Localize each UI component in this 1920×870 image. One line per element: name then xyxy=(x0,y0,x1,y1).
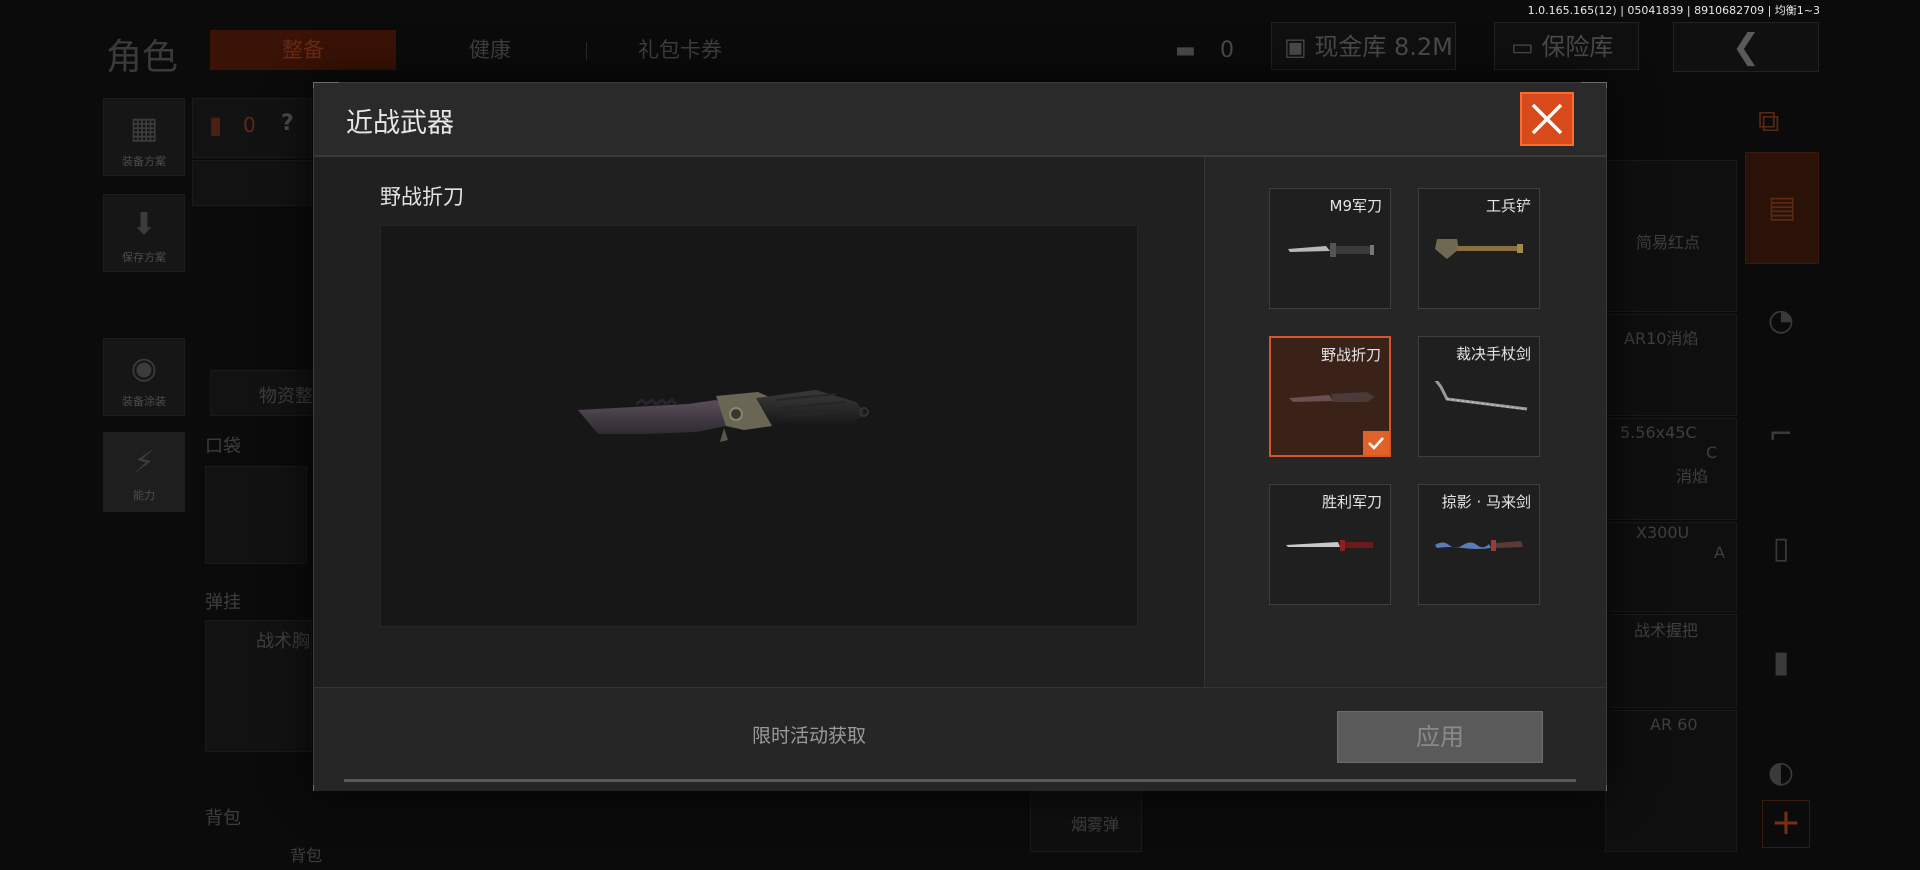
helmet-icon: ◉ xyxy=(130,351,158,386)
pocket-slot[interactable] xyxy=(205,466,307,564)
tab-gift-cards[interactable]: 礼包卡券 xyxy=(610,30,750,70)
attachment-name: 消焰 xyxy=(1676,467,1709,486)
attachment-name: 5.56x45C xyxy=(1620,423,1697,442)
attachment-name: X300U xyxy=(1636,523,1690,542)
folding-knife-icon xyxy=(1289,392,1375,402)
vest-label: 战术胸 xyxy=(256,631,310,652)
attachment-slot-3[interactable]: 5.56x45C C 消焰 xyxy=(1605,418,1737,520)
weapon-card-m9-bayonet[interactable]: M9军刀 xyxy=(1269,188,1391,309)
equipment-swap-icon[interactable]: ⧉ xyxy=(1758,104,1779,139)
smoke-grenade-slot[interactable]: 烟雾弹 xyxy=(1030,790,1142,852)
ability-label: 能力 xyxy=(133,489,155,502)
obtain-method-text: 限时活动获取 xyxy=(752,725,867,747)
close-icon xyxy=(1531,103,1563,135)
lightning-icon: ⚡ xyxy=(133,445,155,480)
shovel-icon xyxy=(1435,239,1523,259)
ability-button[interactable]: ⚡ 能力 xyxy=(103,432,185,512)
weapon-card-label: 裁决手杖剑 xyxy=(1455,345,1531,363)
melee-weapon-dialog: 近战武器 野战折刀 M9军刀 工兵铲 野战折刀 裁决手杖剑 胜利军刀 掠影 · … xyxy=(313,82,1607,791)
smoke-label: 烟雾弹 xyxy=(1071,815,1120,834)
loadout-plan-button[interactable]: ▦ 装备方案 xyxy=(103,98,185,176)
help-icon: ? xyxy=(281,111,294,136)
weapon-card-label: M9军刀 xyxy=(1329,197,1383,215)
category-ammo-button[interactable]: ▮ xyxy=(1745,608,1817,718)
bayonet-icon xyxy=(1288,243,1374,257)
dialog-header: 近战武器 xyxy=(314,83,1606,157)
weapon-card-label: 掠影 · 马来剑 xyxy=(1441,493,1531,511)
weapon-card-field-folding-knife[interactable]: 野战折刀 xyxy=(1269,336,1391,457)
armor-slot: ▮ 0 ? xyxy=(192,98,312,158)
category-rifle-button[interactable]: ⌐ xyxy=(1745,380,1817,490)
weapon-card-victory-saber[interactable]: 胜利军刀 xyxy=(1269,484,1391,605)
category-helmet-button[interactable]: ◔ xyxy=(1745,266,1817,376)
weapon-card-label: 工兵铲 xyxy=(1485,197,1531,215)
weapon-card-entrenching-shovel[interactable]: 工兵铲 xyxy=(1418,188,1540,309)
safe-button[interactable]: ▭ 保险库 xyxy=(1494,22,1639,70)
back-arrow-icon: ❮ xyxy=(1731,27,1761,67)
skin-button[interactable]: ◉ 装备涂装 xyxy=(103,338,185,416)
safe-label: 保险库 xyxy=(1541,33,1614,61)
folding-knife-preview-icon xyxy=(578,390,869,442)
footer-divider xyxy=(344,779,1576,782)
cane-sword-icon xyxy=(1434,381,1528,411)
save-plan-label: 保存方案 xyxy=(122,251,166,264)
version-text: 1.0.165.165(12) | 05041839 | 8910682709 … xyxy=(1527,4,1820,17)
attachment-name: A xyxy=(1714,543,1725,562)
vest-slot[interactable]: 战术胸 xyxy=(205,620,312,752)
loadout-plan-label: 装备方案 xyxy=(122,155,166,168)
weapon-card-shadow-kris[interactable]: 掠影 · 马来剑 xyxy=(1418,484,1540,605)
cash-vault-label: 现金库 8.2M xyxy=(1314,33,1453,61)
attachment-name: 简易红点 xyxy=(1636,233,1701,252)
weapon-preview xyxy=(380,225,1138,627)
attachment-name: C xyxy=(1706,443,1718,462)
ticket-icon: ▬ xyxy=(1175,38,1196,63)
close-button[interactable] xyxy=(1520,92,1574,146)
apply-button[interactable]: 应用 xyxy=(1337,711,1543,763)
attachment-slot-5[interactable]: 战术握把 xyxy=(1605,614,1737,708)
save-plan-button[interactable]: ⬇ 保存方案 xyxy=(103,194,185,272)
attachment-name: AR 60 xyxy=(1650,715,1698,734)
kris-icon xyxy=(1435,540,1523,551)
add-icon[interactable]: + xyxy=(1762,800,1810,848)
selected-check-badge xyxy=(1363,431,1389,455)
weapon-selection-grid xyxy=(1205,157,1606,687)
armor-count: 0 xyxy=(243,113,256,137)
selected-item-name: 野战折刀 xyxy=(380,185,464,209)
page-title: 角色 xyxy=(106,37,179,78)
cash-vault-button[interactable]: ▣ 现金库 8.2M xyxy=(1271,22,1456,70)
checkmark-icon xyxy=(1368,437,1384,450)
supplies-label: 物资整 xyxy=(259,386,313,407)
weapon-card-cane-sword[interactable]: 裁决手杖剑 xyxy=(1418,336,1540,457)
backpack-label: 背包 xyxy=(205,808,241,829)
attachment-slot-1[interactable]: 简易红点 xyxy=(1605,160,1737,312)
saber-icon xyxy=(1286,540,1373,551)
tab-divider xyxy=(586,42,587,60)
back-button[interactable]: ❮ xyxy=(1673,22,1819,72)
category-layers-button[interactable]: ▤ xyxy=(1745,152,1819,264)
armor-icon: ▮ xyxy=(209,111,223,139)
skin-label: 装备涂装 xyxy=(122,395,166,408)
category-magazine-button[interactable]: ▯ xyxy=(1745,494,1817,604)
safe-icon: ▭ xyxy=(1511,33,1534,61)
download-icon: ⬇ xyxy=(131,207,157,242)
attachment-slot-4[interactable]: X300U A xyxy=(1605,522,1737,612)
ticket-count: 0 xyxy=(1220,38,1234,63)
slot-panel xyxy=(192,160,312,206)
weapon-card-label: 胜利军刀 xyxy=(1321,493,1382,511)
vest-icon: ▦ xyxy=(129,111,159,146)
cash-icon: ▣ xyxy=(1284,33,1307,61)
attachment-slot-6[interactable]: AR 60 xyxy=(1605,710,1737,852)
attachment-name: 战术握把 xyxy=(1634,621,1699,640)
pocket-label: 口袋 xyxy=(205,436,241,457)
dialog-title: 近战武器 xyxy=(346,108,454,139)
ammo-rig-label: 弹挂 xyxy=(205,592,241,613)
tab-equip[interactable]: 整备 xyxy=(210,30,396,70)
supplies-button[interactable]: 物资整 xyxy=(210,370,316,416)
attachment-name: AR10消焰 xyxy=(1624,329,1699,348)
tab-health[interactable]: 健康 xyxy=(420,30,560,70)
backpack-sub-label: 背包 xyxy=(290,846,323,865)
weapon-card-label: 野战折刀 xyxy=(1320,346,1381,364)
attachment-slot-2[interactable]: AR10消焰 xyxy=(1605,314,1737,416)
